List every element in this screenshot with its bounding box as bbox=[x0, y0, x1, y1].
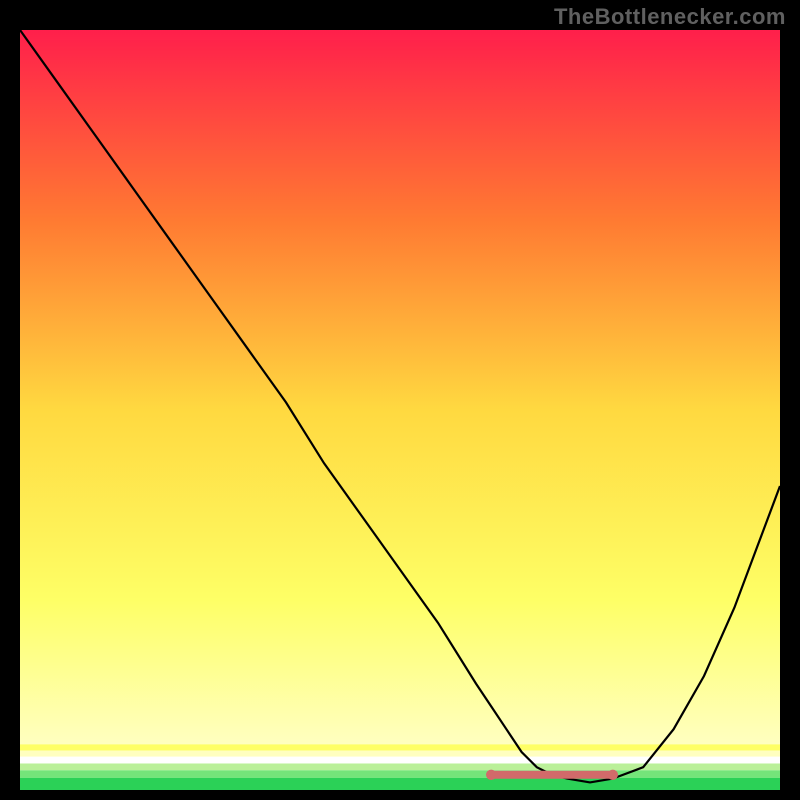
chart-svg bbox=[20, 30, 780, 790]
optimal-range-marker bbox=[486, 770, 618, 780]
watermark-text: TheBottlenecker.com bbox=[554, 4, 786, 30]
chart-container: TheBottlenecker.com bbox=[0, 0, 800, 800]
plot-area bbox=[20, 30, 780, 790]
bottom-green-band bbox=[20, 744, 780, 790]
gradient-background bbox=[20, 30, 780, 790]
